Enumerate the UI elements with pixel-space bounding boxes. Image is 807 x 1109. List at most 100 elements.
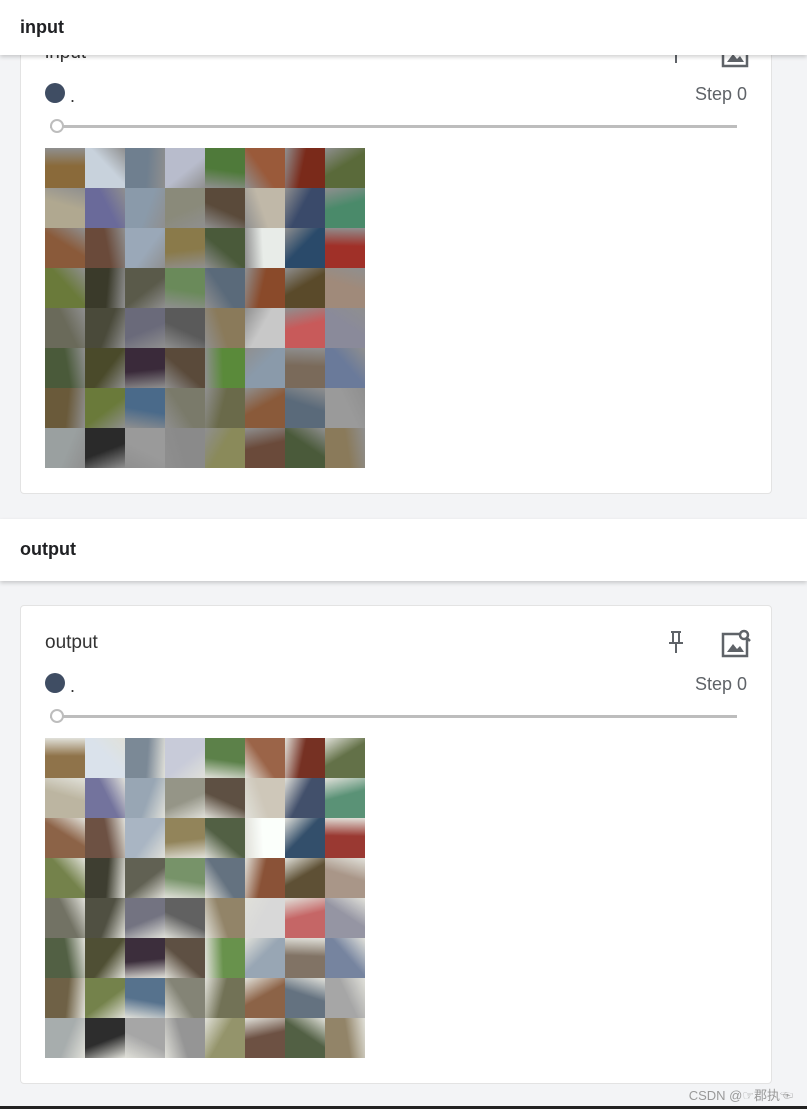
image-thumbnail [205,778,245,818]
image-thumbnail [165,348,205,388]
image-thumbnail [285,978,325,1018]
image-thumbnail [45,428,85,468]
image-thumbnail [245,818,285,858]
run-name: . [70,86,76,106]
image-thumbnail [85,738,125,778]
image-thumbnail [325,428,365,468]
image-thumbnail [165,228,205,268]
image-thumbnail [165,428,205,468]
image-thumbnail [325,818,365,858]
image-thumbnail [205,388,245,428]
run-color-dot [45,673,65,693]
image-thumbnail [45,778,85,818]
image-thumbnail [325,1018,365,1058]
section-title: input [20,17,64,37]
image-thumbnail [205,348,245,388]
image-thumbnail [45,348,85,388]
image-thumbnail [165,188,205,228]
image-thumbnail [245,938,285,978]
image-thumbnail [85,818,125,858]
image-thumbnail [125,308,165,348]
image-thumbnail [45,228,85,268]
image-thumbnail [245,858,285,898]
step-slider-thumb[interactable] [50,709,64,723]
watermark: CSDN @☞郡执☜ [688,1088,793,1103]
image-thumbnail [285,818,325,858]
image-thumbnail [85,148,125,188]
image-thumbnail [85,898,125,938]
pin-icon[interactable] [667,630,685,656]
image-thumbnail [205,148,245,188]
image-thumbnail [165,388,205,428]
image-thumbnail [285,898,325,938]
image-thumbnail [165,858,205,898]
image-thumbnail [325,268,365,308]
image-thumbnail [205,268,245,308]
image-thumbnail [285,778,325,818]
image-thumbnail [45,1018,85,1058]
section-title: output [20,539,76,559]
image-thumbnail [45,188,85,228]
image-thumbnail [45,938,85,978]
image-thumbnail [245,308,285,348]
image-thumbnail [245,348,285,388]
image-thumbnail [285,268,325,308]
run-color-dot [45,83,65,103]
image-thumbnail [85,428,125,468]
image-card-input: input . Step 0 [20,15,772,494]
image-thumbnail [45,738,85,778]
run-name: . [70,676,76,696]
image-thumbnail [165,978,205,1018]
image-thumbnail [165,308,205,348]
image-thumbnail [325,348,365,388]
image-thumbnail [205,858,245,898]
image-thumbnail [45,858,85,898]
image-thumbnail [45,898,85,938]
image-thumbnail [125,938,165,978]
image-thumbnail [85,1018,125,1058]
image-thumbnail [45,148,85,188]
image-thumbnail [285,388,325,428]
step-slider[interactable] [50,125,737,128]
step-slider-thumb[interactable] [50,119,64,133]
image-thumbnail [325,858,365,898]
image-thumbnail [85,938,125,978]
image-thumbnail [85,348,125,388]
image-thumbnail [165,818,205,858]
image-thumbnail [125,978,165,1018]
image-thumbnail [325,228,365,268]
image-thumbnail [325,388,365,428]
image-thumbnail [205,428,245,468]
section-header-output[interactable]: output [0,519,807,581]
image-thumbnail [125,388,165,428]
step-slider[interactable] [50,715,737,718]
image-thumbnail [245,188,285,228]
image-thumbnail [45,818,85,858]
image-thumbnail [85,978,125,1018]
step-label: Step 0 [694,674,747,694]
section-header-input[interactable]: input [0,0,807,55]
image-thumbnail [285,428,325,468]
image-thumbnail [85,778,125,818]
image-search-icon[interactable] [721,628,751,658]
image-thumbnail [85,388,125,428]
image-thumbnail [85,228,125,268]
image-thumbnail [245,148,285,188]
image-thumbnail [125,148,165,188]
image-thumbnail [165,738,205,778]
image-thumbnail [125,428,165,468]
image-thumbnail [205,978,245,1018]
image-thumbnail [205,818,245,858]
image-thumbnail [245,388,285,428]
image-thumbnail [325,938,365,978]
step-label: Step 0 [694,84,747,104]
image-grid[interactable] [45,148,365,468]
image-thumbnail [45,308,85,348]
image-thumbnail [285,938,325,978]
image-thumbnail [245,228,285,268]
image-thumbnail [245,738,285,778]
image-thumbnail [125,818,165,858]
image-thumbnail [125,738,165,778]
image-grid[interactable] [45,738,365,1058]
image-thumbnail [205,228,245,268]
